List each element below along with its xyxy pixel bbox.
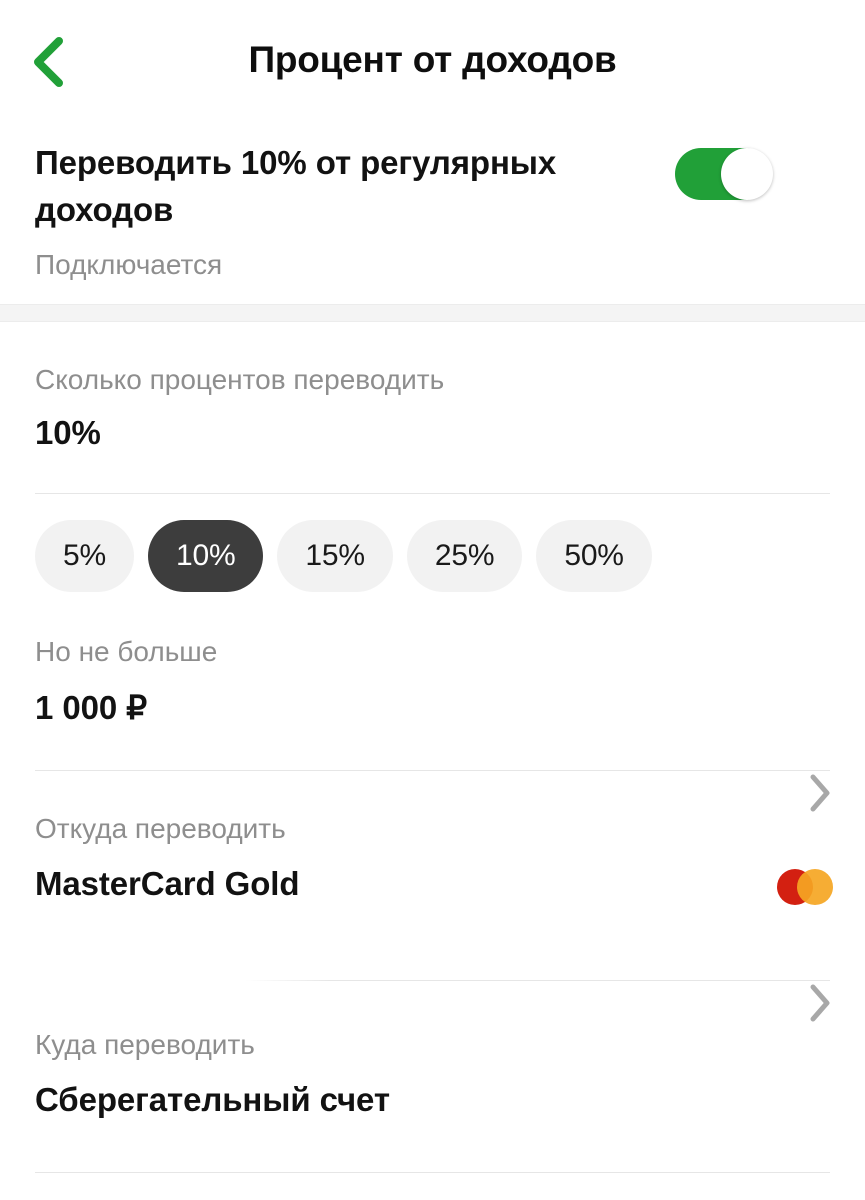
toggle-text-group: Переводить 10% от регулярных доходов Под… [35,140,655,283]
mastercard-logo-icon [777,868,833,905]
enable-transfer-toggle[interactable] [675,148,773,200]
enable-transfer-row[interactable]: Переводить 10% от регулярных доходов Под… [0,120,865,290]
source-field-label: Откуда переводить [35,812,286,844]
percent-chip-5[interactable]: 5% [35,520,134,593]
mastercard-amber-circle [797,868,833,905]
percent-chip-group: 5% 10% 15% 25% 50% [0,494,865,593]
chevron-left-icon [31,36,65,88]
percent-field-value: 10% [35,414,101,452]
percent-chip-25[interactable]: 25% [406,520,523,593]
limit-field-label: Но не больше [35,636,218,668]
divider-after-destination [35,1172,830,1174]
percent-chip-10[interactable]: 10% [147,520,264,593]
source-field-value: MasterCard Gold [35,864,300,902]
back-button[interactable] [14,28,82,96]
percent-field-label: Сколько процентов переводить [35,364,445,395]
page-title: Процент от доходов [248,39,617,80]
source-account-row[interactable]: Откуда переводить MasterCard Gold [0,771,865,906]
percent-chip-50[interactable]: 50% [536,520,652,593]
percent-of-income-screen: Процент от доходов Переводить 10% от рег… [0,0,865,1200]
app-header: Процент от доходов [0,0,865,120]
percent-chip-15[interactable]: 15% [277,520,393,593]
percent-field[interactable]: Сколько процентов переводить 10% [0,322,865,455]
destination-field-value: Сберегательный счет [35,1081,390,1119]
section-separator-band [0,304,865,322]
toggle-title: Переводить 10% от регулярных доходов [35,144,557,228]
chevron-right-icon[interactable] [807,773,833,818]
destination-account-row[interactable]: Куда переводить Сберегательный счет [0,981,865,1122]
limit-field-value: 1 000 ₽ [35,688,148,726]
limit-field[interactable]: Но не больше 1 000 ₽ [0,592,865,729]
chevron-right-icon[interactable] [807,983,833,1028]
toggle-status-text: Подключается [35,248,223,280]
destination-field-label: Куда переводить [35,1028,255,1060]
toggle-knob [721,148,773,200]
